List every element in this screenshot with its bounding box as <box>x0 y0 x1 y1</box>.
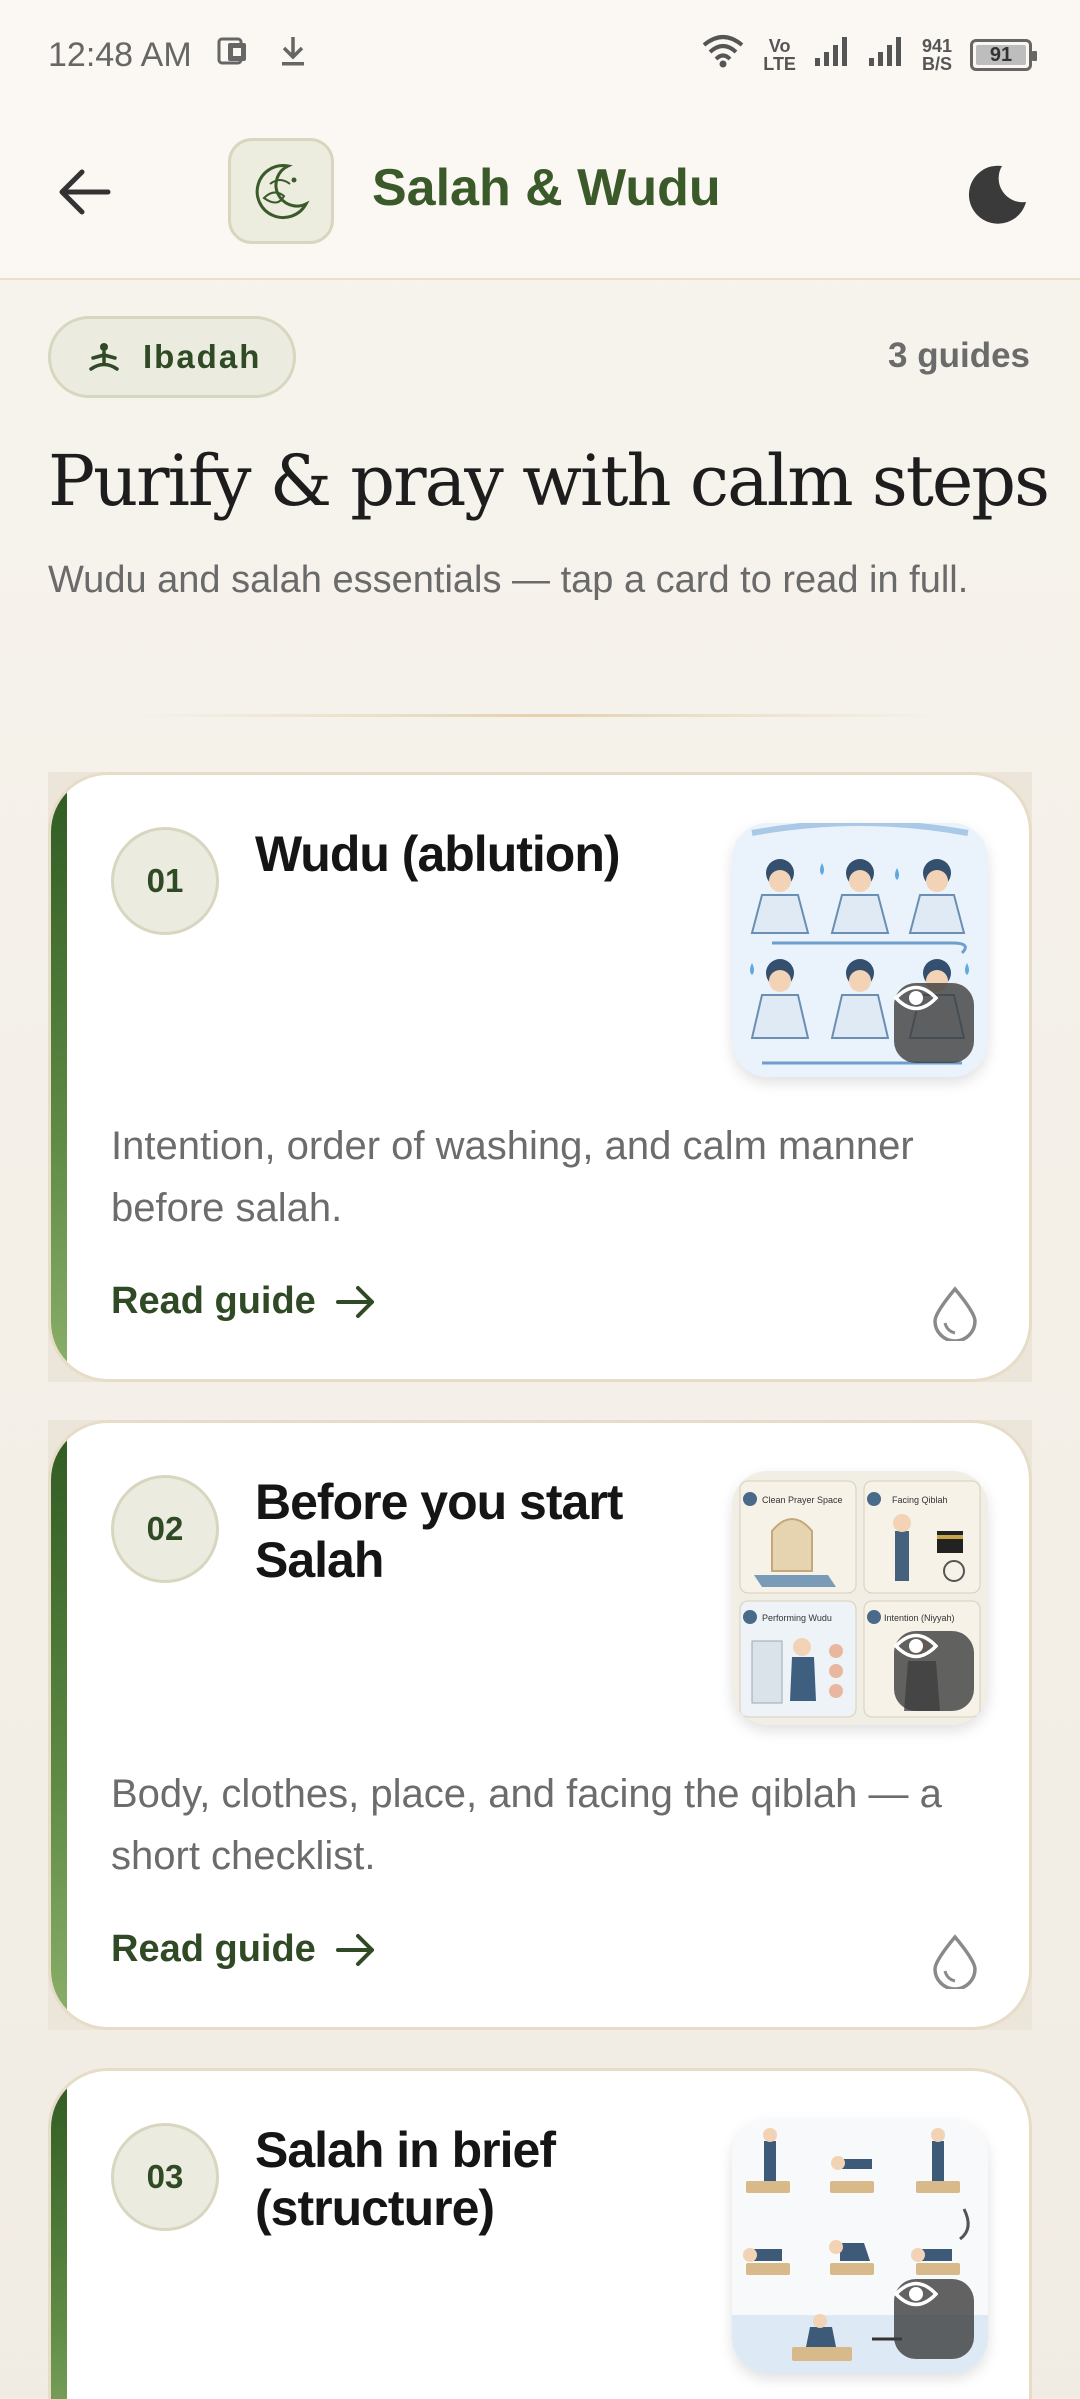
app-bar: Salah & Wudu <box>0 110 1080 280</box>
read-guide-link[interactable]: Read guide <box>111 1928 376 1971</box>
card-number-badge: 02 <box>111 1475 219 1583</box>
eye-icon <box>894 2281 938 2307</box>
guide-card[interactable]: 01 Wudu (ablution) Intention, order of w… <box>48 772 1032 1382</box>
moon-icon <box>968 165 1026 224</box>
guides-count: 3 guides <box>888 336 1030 375</box>
preview-button[interactable] <box>894 2279 974 2359</box>
guide-card-wrapper: 02 Before you start Salah Clean Prayer S… <box>48 1420 1032 2030</box>
card-title: Salah in brief (structure) <box>255 2122 556 2236</box>
volte-indicator: Vo LTE <box>763 37 796 73</box>
card-number-badge: 01 <box>111 827 219 935</box>
wifi-icon <box>701 33 745 78</box>
eye-icon <box>894 985 938 1011</box>
battery-icon: 91 <box>970 39 1037 71</box>
thumb-label: Clean Prayer Space <box>762 1495 843 1505</box>
arrow-right-icon <box>335 1285 374 1318</box>
app-notification-icon <box>216 34 250 77</box>
preview-button[interactable] <box>894 1631 974 1711</box>
water-drop-icon <box>931 1285 979 1343</box>
prayer-person-icon <box>89 343 119 371</box>
card-thumbnail[interactable]: Clean Prayer Space Facing Qiblah Perform… <box>732 1471 988 1725</box>
subtitle: Wudu and salah essentials — tap a card t… <box>48 559 969 601</box>
guide-card[interactable]: 03 Salah in brief (structure) <box>48 2068 1032 2399</box>
net-speed-unit: B/S <box>921 54 952 74</box>
net-speed-value: 941 <box>921 36 952 56</box>
card-title: Wudu (ablution) <box>255 826 621 882</box>
status-time: 12:48 AM <box>48 35 192 74</box>
card-accent-bar <box>51 775 67 1379</box>
page-title: Salah & Wudu <box>372 159 721 217</box>
eye-icon <box>894 1633 938 1659</box>
battery-level: 91 <box>989 43 1013 66</box>
card-description: Body, clothes, place, and facing the qib… <box>111 1772 942 1878</box>
signal-icon-1 <box>814 34 850 77</box>
app-logo <box>228 138 334 244</box>
arrow-right-icon <box>335 1933 374 1966</box>
guide-card-wrapper: 03 Salah in brief (structure) <box>48 2068 1032 2399</box>
read-guide-label: Read guide <box>111 1280 316 1322</box>
card-title: Before you start Salah <box>255 1474 623 1588</box>
dark-mode-toggle[interactable] <box>964 162 1030 228</box>
back-button[interactable] <box>52 160 116 224</box>
volte-bottom: LTE <box>763 54 796 74</box>
volte-top: Vo <box>768 36 791 56</box>
headline: Purify & pray with calm steps <box>48 440 1050 522</box>
download-icon <box>278 34 308 77</box>
card-thumbnail[interactable] <box>732 2119 988 2373</box>
card-number-badge: 03 <box>111 2123 219 2231</box>
water-drop-icon <box>931 1933 979 1991</box>
thumb-label: Performing Wudu <box>762 1613 832 1623</box>
signal-icon-2 <box>868 34 904 77</box>
guide-card[interactable]: 02 Before you start Salah Clean Prayer S… <box>48 1420 1032 2030</box>
status-bar: 12:48 AM Vo LTE 941 B/S 91 <box>0 0 1080 110</box>
guide-card-wrapper: 01 Wudu (ablution) Intention, order of w… <box>48 772 1032 1382</box>
crescent-logo-icon <box>255 164 310 219</box>
card-thumbnail[interactable] <box>732 823 988 1077</box>
divider <box>140 714 940 717</box>
read-guide-label: Read guide <box>111 1928 316 1970</box>
net-speed: 941 B/S <box>922 37 952 73</box>
thumb-label: Intention (Niyyah) <box>884 1613 955 1623</box>
chip-label: Ibadah <box>143 338 262 375</box>
category-chip: Ibadah <box>48 316 296 398</box>
card-accent-bar <box>51 1423 67 2027</box>
read-guide-link[interactable]: Read guide <box>111 1280 376 1323</box>
thumb-label: Facing Qiblah <box>892 1495 948 1505</box>
card-accent-bar <box>51 2071 67 2399</box>
arrow-left-icon <box>59 169 111 215</box>
card-description: Intention, order of washing, and calm ma… <box>111 1124 914 1230</box>
preview-button[interactable] <box>894 983 974 1063</box>
